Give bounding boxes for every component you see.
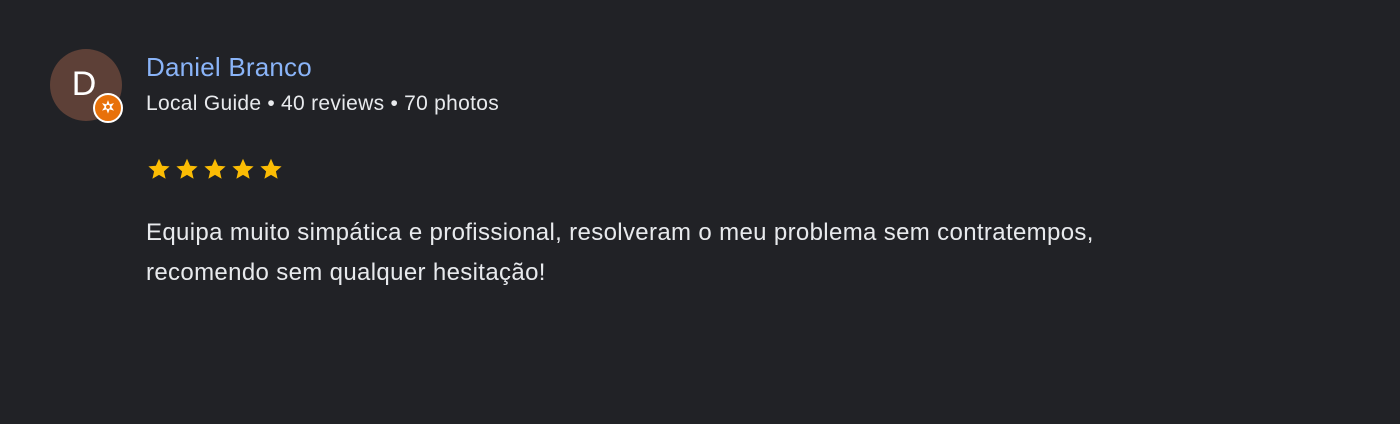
reviewer-name[interactable]: Daniel Branco xyxy=(146,52,312,83)
star-icon xyxy=(176,158,198,179)
star-rating xyxy=(147,157,283,181)
review-text-line: recomendo sem qualquer hesitação! xyxy=(146,259,546,286)
star-icon xyxy=(260,158,282,179)
avatar-initial: D xyxy=(71,65,97,103)
local-guide-badge-icon xyxy=(93,93,123,123)
review-text-line: Equipa muito simpática e profissional, r… xyxy=(146,219,1094,246)
star-icon xyxy=(204,158,226,179)
reviewer-role: Local Guide xyxy=(146,92,262,115)
reviewer-photo-count: 70 photos xyxy=(404,92,500,115)
star-icon xyxy=(232,158,254,179)
meta-separator: • xyxy=(390,92,399,115)
reviewer-review-count: 40 reviews xyxy=(281,92,385,115)
meta-separator: • xyxy=(267,92,276,115)
review-text: Equipa muito simpática e profissional, r… xyxy=(146,213,1346,293)
review-card: D Daniel Branco Local Guide • 40 reviews • 7… xyxy=(0,0,1400,424)
reviewer-meta: Local Guide • 40 reviews • 70 photos xyxy=(146,92,499,116)
star-icon xyxy=(148,158,170,179)
local-guide-icon xyxy=(102,100,114,114)
